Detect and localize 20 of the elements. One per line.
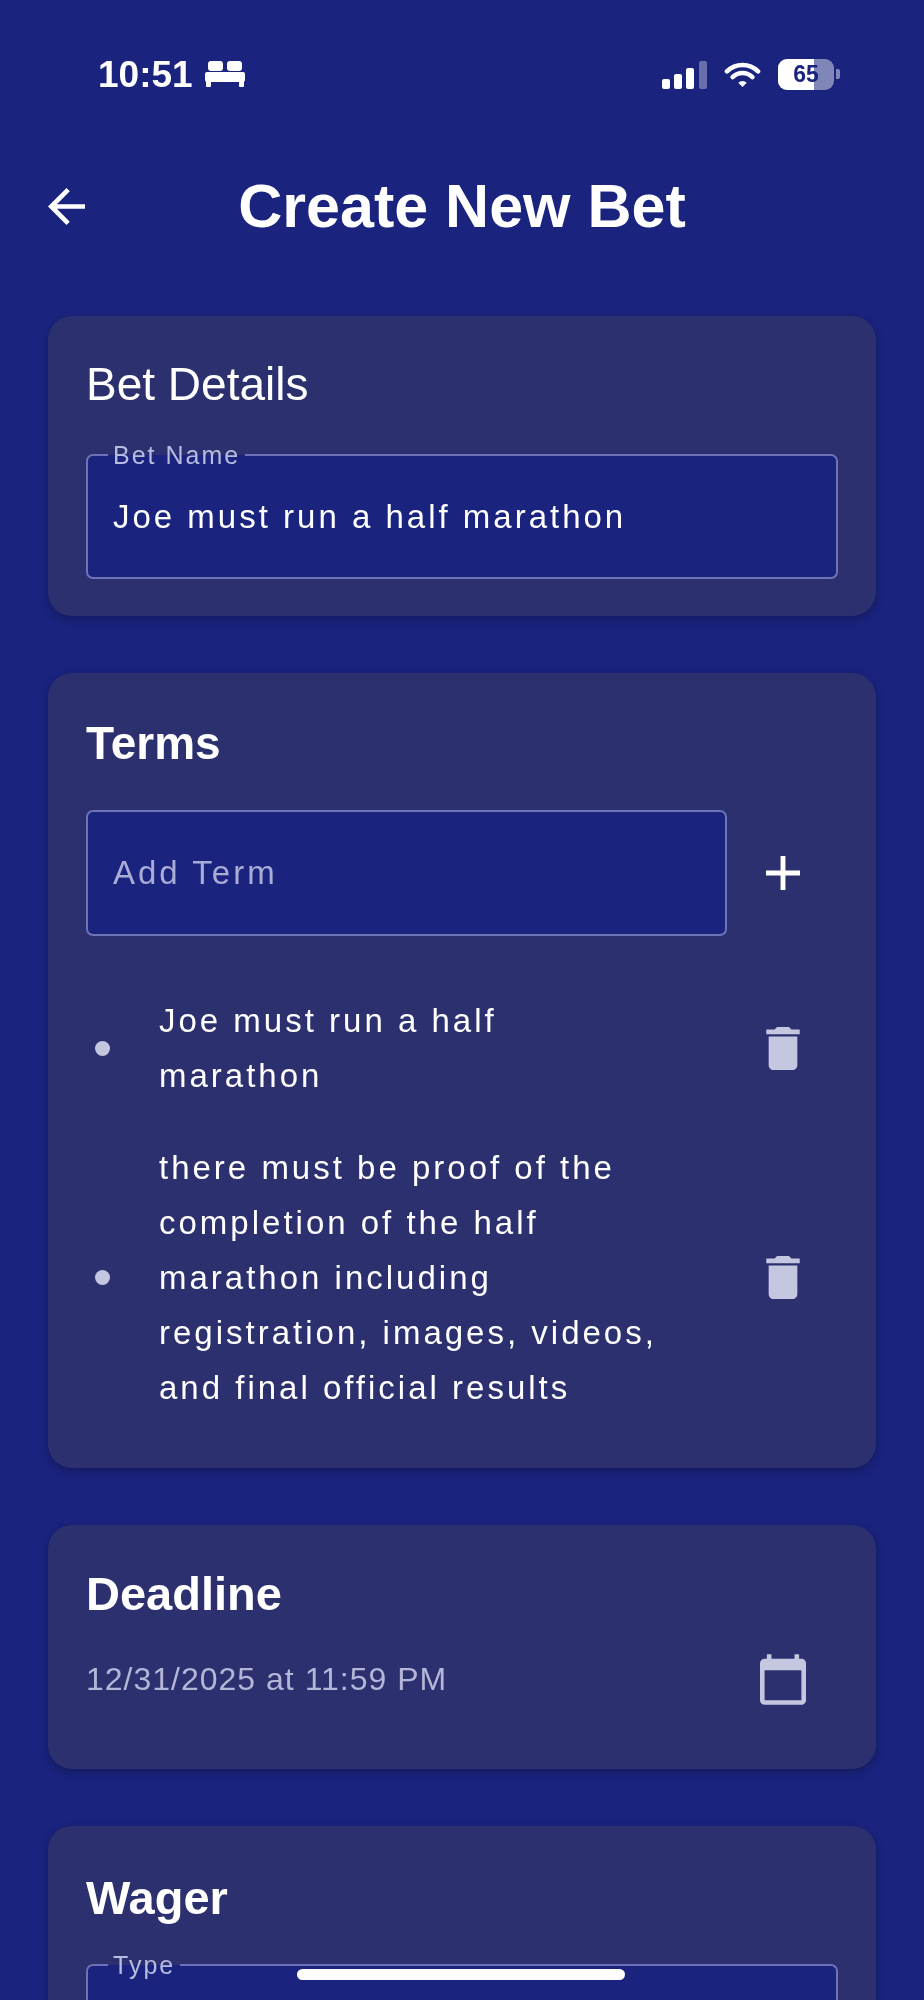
back-arrow-icon[interactable] <box>48 187 85 225</box>
status-time: 10:51 <box>98 55 193 93</box>
section-heading: Bet Details <box>86 357 310 412</box>
section-heading: Terms <box>86 716 222 771</box>
wifi-icon <box>724 60 761 88</box>
bullet-icon <box>95 1270 110 1285</box>
plus-icon[interactable] <box>766 856 800 890</box>
calendar-icon[interactable] <box>760 1654 806 1705</box>
term-text: there must be proof of the completion of the half marathon including registration, images, videos, and final official results <box>159 1148 658 1408</box>
bullet-icon <box>95 1040 110 1056</box>
section-heading: Deadline <box>86 1566 283 1621</box>
section-heading: Wager <box>86 1870 229 1925</box>
bed-icon <box>204 61 245 87</box>
trash-icon[interactable] <box>766 1256 800 1299</box>
term-text: Joe must run a half marathon <box>159 1001 498 1096</box>
deadline-date: 12/31/2025 at 11:59 PM <box>86 1660 448 1699</box>
trash-icon[interactable] <box>766 1026 800 1070</box>
page-title: Create New Bet <box>238 175 686 237</box>
signal-icon <box>662 59 707 89</box>
add-term-field[interactable]: Add Term <box>86 810 727 936</box>
